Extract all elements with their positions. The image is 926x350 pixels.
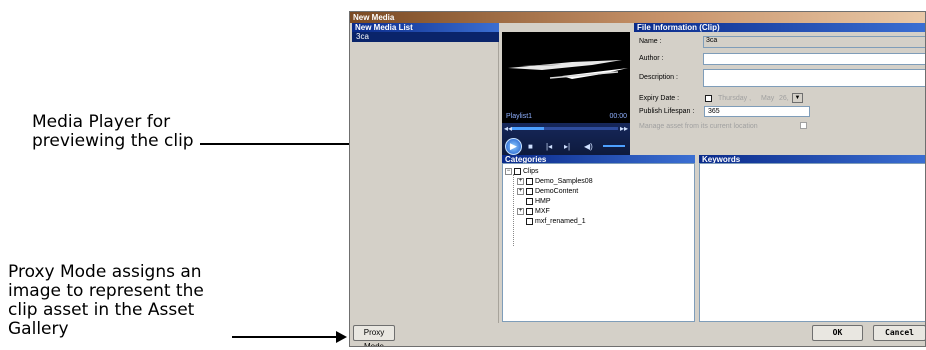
description-label: Description : <box>639 74 678 81</box>
media-list-header: New Media List <box>352 23 499 32</box>
name-label: Name : <box>639 38 662 45</box>
tree-label: Clips <box>523 168 539 175</box>
expiry-date: 26, <box>779 95 789 102</box>
tree-checkbox[interactable] <box>526 187 533 195</box>
categories-tree[interactable]: − Clips + Demo_Samples08 + DemoContent HMP … <box>502 163 695 322</box>
author-field[interactable] <box>703 53 925 65</box>
collapse-icon[interactable]: − <box>505 167 512 175</box>
volume-slider[interactable] <box>603 145 625 147</box>
manage-label: Manage asset from its current location <box>639 123 758 130</box>
tree-label: HMP <box>535 198 551 205</box>
tree-root[interactable]: − Clips <box>505 167 539 176</box>
description-field[interactable] <box>703 69 925 87</box>
proxy-mode-button[interactable]: Proxy Mode <box>353 325 395 346</box>
proxy-callout-arrow <box>336 331 347 343</box>
new-media-dialog: New Media New Media List 3ca Playlist1 0… <box>349 11 926 347</box>
author-label: Author : <box>639 55 664 62</box>
player-callout: Media Player for previewing the clip <box>32 112 194 151</box>
tree-node[interactable]: HMP <box>526 197 551 206</box>
tree-checkbox[interactable] <box>526 177 533 185</box>
lifespan-field[interactable]: 365 <box>704 106 810 117</box>
proxy-callout: Proxy Mode assigns an image to represent… <box>8 262 204 339</box>
expand-icon[interactable]: + <box>517 207 524 215</box>
tree-node[interactable]: mxf_renamed_1 <box>526 217 586 226</box>
media-list-item[interactable]: 3ca <box>352 32 499 42</box>
tree-node[interactable]: + Demo_Samples08 <box>517 177 593 186</box>
volume-icon[interactable]: ◀) <box>584 143 593 151</box>
expiry-month: May <box>761 95 775 102</box>
expiry-day: Thursday , <box>718 95 752 102</box>
ok-button[interactable]: OK <box>812 325 863 341</box>
file-info-header: File Information (Clip) <box>634 23 925 32</box>
stop-button[interactable]: ■ <box>528 143 533 151</box>
seek-bar[interactable] <box>512 127 618 130</box>
tree-checkbox[interactable] <box>526 217 533 225</box>
tree-node[interactable]: + MXF <box>517 207 550 216</box>
media-player[interactable]: Playlist1 00:00 ◂◂ ▸▸ ▶ ■ |◂ ▸| ◀) <box>502 32 630 161</box>
tree-checkbox[interactable] <box>514 167 521 175</box>
proxy-callout-line <box>232 336 338 338</box>
next-button[interactable]: ▸| <box>564 143 570 151</box>
media-list[interactable]: 3ca <box>352 32 499 323</box>
playlist-label: Playlist1 <box>506 113 533 120</box>
keywords-panel[interactable] <box>699 163 925 322</box>
previous-button[interactable]: |◂ <box>546 143 552 151</box>
tree-label: DemoContent <box>535 188 579 195</box>
expand-icon[interactable]: + <box>517 177 524 185</box>
play-button[interactable]: ▶ <box>505 138 522 155</box>
expand-icon[interactable]: + <box>517 187 524 195</box>
lifespan-label: Publish Lifespan : <box>639 108 695 115</box>
cancel-button[interactable]: Cancel <box>873 325 925 341</box>
name-input-box[interactable] <box>703 36 925 48</box>
tree-node[interactable]: + DemoContent <box>517 187 578 196</box>
rewind-icon[interactable]: ◂◂ <box>504 125 512 133</box>
forward-icon[interactable]: ▸▸ <box>620 125 628 133</box>
expiry-checkbox[interactable] <box>705 95 712 102</box>
tree-label: Demo_Samples08 <box>535 178 593 185</box>
dialog-title: New Media <box>350 12 925 23</box>
file-info-panel: Name : 3ca Author : Description : Expiry… <box>634 32 925 163</box>
tree-label: mxf_renamed_1 <box>535 218 586 225</box>
tree-checkbox[interactable] <box>526 197 533 205</box>
manage-checkbox[interactable] <box>800 122 807 129</box>
expiry-label: Expiry Date : <box>639 95 680 102</box>
date-dropdown-icon[interactable]: ▼ <box>792 93 803 103</box>
tree-checkbox[interactable] <box>526 207 533 215</box>
player-timecode: 00:00 <box>609 113 627 120</box>
tree-label: MXF <box>535 208 550 215</box>
